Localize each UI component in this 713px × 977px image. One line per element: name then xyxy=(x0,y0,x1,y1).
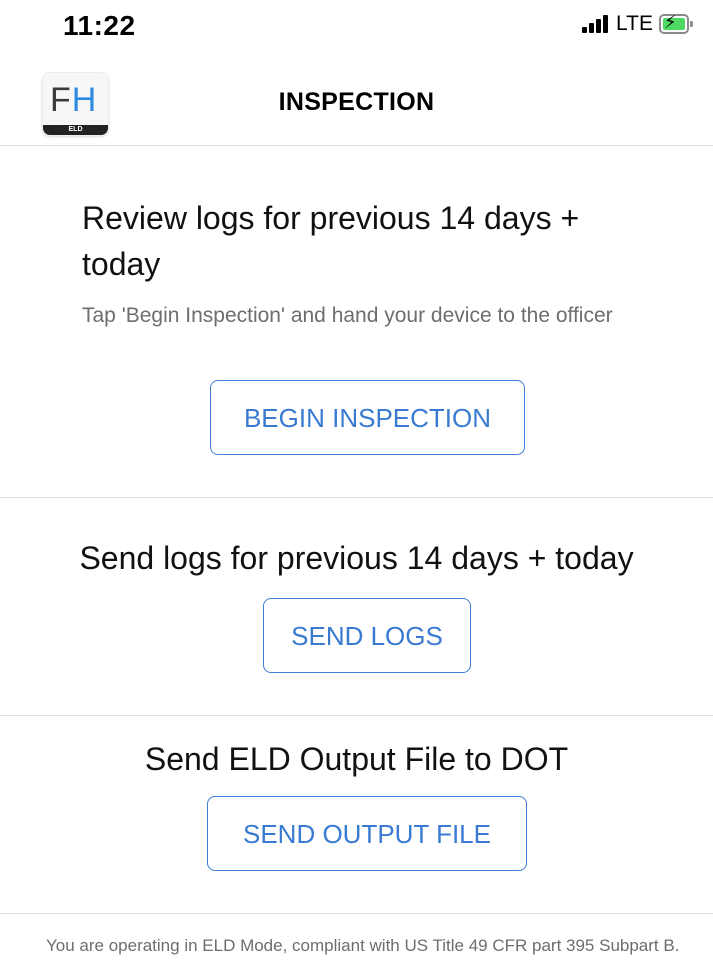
page-title: INSPECTION xyxy=(278,88,435,116)
network-type: LTE xyxy=(616,12,653,35)
signal-icon xyxy=(582,15,610,33)
nav-header: FH ELD INSPECTION xyxy=(0,62,713,146)
review-instructions: Tap 'Begin Inspection' and hand your dev… xyxy=(82,304,613,327)
review-logs-section: Review logs for previous 14 days + today… xyxy=(0,147,713,498)
send-output-file-button[interactable]: SEND OUTPUT FILE xyxy=(207,796,527,871)
eld-compliance-note: You are operating in ELD Mode, compliant… xyxy=(46,936,680,955)
send-logs-heading: Send logs for previous 14 days + today xyxy=(79,540,634,576)
status-indicators: LTE ⚡ xyxy=(582,12,693,36)
status-bar: 11:22 LTE ⚡ xyxy=(0,0,713,52)
logo-band: ELD xyxy=(43,125,108,135)
status-time: 11:22 xyxy=(63,10,136,41)
send-logs-button[interactable]: SEND LOGS xyxy=(263,598,471,673)
battery-charging-icon: ⚡ xyxy=(659,12,693,34)
inspection-screen: 11:22 LTE ⚡ FH ELD INSPECTION Review log… xyxy=(0,0,713,977)
output-file-heading: Send ELD Output File to DOT xyxy=(144,741,569,777)
begin-inspection-button[interactable]: BEGIN INSPECTION xyxy=(210,380,525,455)
output-file-section: Send ELD Output File to DOT SEND OUTPUT … xyxy=(0,716,713,914)
send-logs-section: Send logs for previous 14 days + today S… xyxy=(0,498,713,716)
review-heading: Review logs for previous 14 days + today xyxy=(82,200,580,282)
